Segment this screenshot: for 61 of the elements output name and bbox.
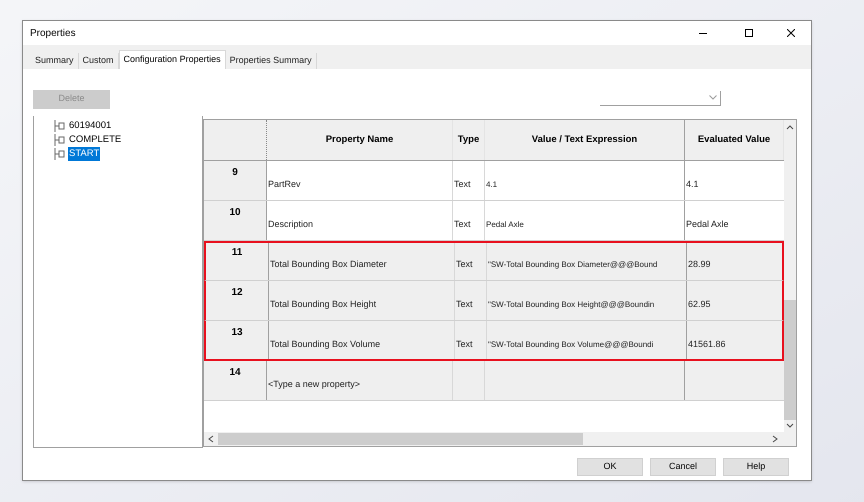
table-cell: 4.1 bbox=[485, 178, 498, 190]
tab[interactable]: Configuration Properties bbox=[118, 50, 226, 69]
table-row[interactable]: 10 Description Text Pedal Axle Pedal Axle bbox=[204, 201, 784, 241]
table-cell-text: Description bbox=[267, 218, 314, 231]
tree-item[interactable]: COMPLETE bbox=[68, 132, 122, 148]
table-cell-text: Total Bounding Box Height bbox=[269, 298, 376, 311]
dropdown-field[interactable] bbox=[600, 90, 721, 106]
table-cell-text: Total Bounding Box Volume bbox=[269, 338, 380, 351]
row-number: 14 bbox=[229, 366, 241, 380]
scroll-up-icon[interactable] bbox=[786, 124, 794, 130]
dialog-button[interactable]: OK bbox=[577, 458, 643, 476]
table-row[interactable]: 14 <Type a new property> bbox=[204, 361, 784, 401]
table-cell-text: Text bbox=[455, 298, 473, 311]
table-cell-text: <Type a new property> bbox=[267, 378, 360, 391]
row-number: 10 bbox=[229, 206, 241, 220]
horizontal-scrollbar[interactable] bbox=[204, 432, 796, 446]
column-header[interactable]: Value / Text Expression bbox=[532, 132, 638, 148]
close-icon[interactable] bbox=[787, 29, 795, 37]
column-header[interactable]: Type bbox=[458, 132, 480, 148]
scroll-right-icon[interactable] bbox=[771, 435, 779, 443]
tab[interactable]: Summary bbox=[31, 53, 79, 69]
vertical-scrollbar[interactable] bbox=[784, 120, 796, 432]
maximize-icon[interactable] bbox=[745, 29, 753, 37]
table-cell-text: 4.1 bbox=[685, 178, 699, 191]
window-title: Properties bbox=[30, 26, 77, 40]
tab[interactable]: Properties Summary bbox=[226, 53, 317, 69]
table-cell-text: Text bbox=[455, 258, 473, 271]
table-row[interactable]: 12 Total Bounding Box Height Text "SW-Total Bounding Box Height@@@Boundin 62.95 bbox=[204, 281, 784, 321]
column-header[interactable]: Evaluated Value bbox=[698, 132, 770, 148]
tree-item[interactable]: 60194001 bbox=[68, 118, 112, 134]
table-cell-text: Pedal Axle bbox=[685, 218, 729, 231]
table-cell-text: 41561.86 bbox=[687, 338, 726, 351]
dialog-button[interactable]: Help bbox=[723, 458, 789, 476]
table-cell-text: Text bbox=[453, 178, 471, 191]
table-cell-text: Total Bounding Box Diameter bbox=[269, 258, 387, 271]
dialog-button[interactable]: Cancel bbox=[650, 458, 716, 476]
table-cell: Pedal Axle bbox=[485, 218, 524, 230]
chevron-down-icon bbox=[709, 95, 717, 100]
table-row[interactable]: 13 Total Bounding Box Volume Text "SW-Total Bounding Box Volume@@@Boundi 41561.86 bbox=[204, 321, 784, 361]
tree-item[interactable]: START bbox=[68, 146, 100, 162]
table-row[interactable]: 11 Total Bounding Box Diameter Text "SW-Total Bounding Box Diameter@@@Bound 28.99 bbox=[204, 241, 784, 281]
minimize-icon[interactable] bbox=[699, 32, 707, 34]
table-cell-text: Text bbox=[453, 218, 471, 231]
row-number: 11 bbox=[232, 246, 242, 260]
table-cell-text: 28.99 bbox=[687, 258, 711, 271]
configuration-icon bbox=[54, 120, 66, 132]
table-cell: "SW-Total Bounding Box Volume@@@Boundi bbox=[487, 338, 654, 350]
scroll-left-icon[interactable] bbox=[207, 435, 215, 443]
table-cell-text: Text bbox=[455, 338, 473, 351]
table-row[interactable]: 9 PartRev Text 4.1 4.1 bbox=[204, 161, 784, 201]
configuration-icon bbox=[54, 134, 66, 146]
row-number: 9 bbox=[232, 166, 238, 180]
configuration-icon bbox=[54, 148, 66, 160]
column-header[interactable]: Property Name bbox=[326, 132, 394, 148]
row-number: 12 bbox=[231, 286, 243, 300]
table-cell-text: 62.95 bbox=[687, 298, 711, 311]
table-cell-text: PartRev bbox=[267, 178, 301, 191]
row-number: 13 bbox=[231, 326, 243, 340]
table-cell: "SW-Total Bounding Box Height@@@Boundin bbox=[487, 298, 654, 310]
table-cell: "SW-Total Bounding Box Diameter@@@Bound bbox=[487, 258, 658, 270]
scroll-down-icon[interactable] bbox=[786, 423, 794, 429]
